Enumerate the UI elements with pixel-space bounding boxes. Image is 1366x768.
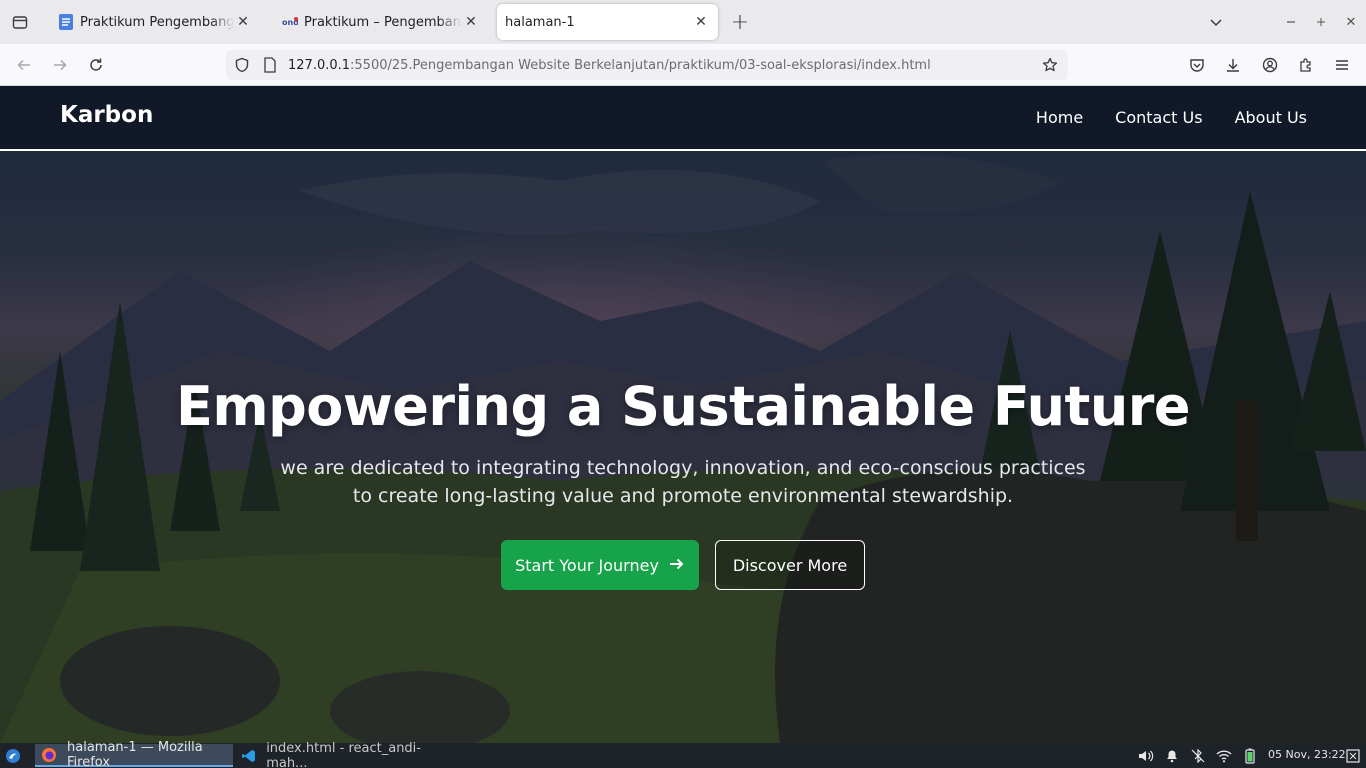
arrow-right-icon: [669, 556, 685, 575]
volume-icon[interactable]: [1137, 747, 1155, 765]
close-icon[interactable]: ✕: [234, 13, 252, 31]
tab-title: halaman-1: [505, 14, 575, 30]
taskbar-task-vscode[interactable]: index.html - react_andi-mah...: [236, 740, 446, 768]
nav-link-contact[interactable]: Contact Us: [1115, 108, 1202, 127]
tab-list-icon[interactable]: [6, 8, 34, 36]
app-launcher-icon[interactable]: [4, 747, 22, 765]
reload-icon[interactable]: [82, 51, 110, 79]
page-icon[interactable]: [258, 53, 282, 77]
battery-icon[interactable]: [1241, 747, 1259, 765]
nav-link-home[interactable]: Home: [1036, 108, 1083, 127]
window-close-icon[interactable]: ✕: [1339, 10, 1363, 34]
minimize-icon[interactable]: [1279, 10, 1303, 34]
hero-subtitle: we are dedicated to integrating technolo…: [280, 457, 1086, 507]
bluetooth-off-icon[interactable]: [1189, 747, 1207, 765]
new-tab-plus-icon[interactable]: +: [728, 8, 752, 36]
address-bar[interactable]: 127.0.0.1:5500/25.Pengembangan Website B…: [226, 50, 1068, 80]
hamburger-menu-icon[interactable]: [1330, 53, 1354, 77]
site-logo-icon: ond: [282, 14, 298, 30]
tab-title: Praktikum Pengembangan Website: [80, 14, 234, 30]
web-page: Karbon Home Contact Us About Us Empoweri…: [0, 86, 1366, 743]
taskbar-task-firefox[interactable]: halaman-1 — Mozilla Firefox: [35, 740, 233, 768]
notification-bell-icon[interactable]: [1163, 747, 1181, 765]
hero-overlay: [0, 151, 1366, 743]
doc-icon: [58, 14, 74, 30]
brand-logo[interactable]: Karbon: [60, 102, 153, 128]
browser-tab[interactable]: ond Praktikum – Pengembangan Website ✕: [274, 4, 488, 40]
browser-tab-strip: Praktikum Pengembangan Website ✕ ond Pra…: [0, 0, 1366, 44]
taskbar-task-label: index.html - react_andi-mah...: [266, 740, 421, 768]
start-journey-button[interactable]: Start Your Journey: [501, 540, 699, 590]
os-taskbar: halaman-1 — Mozilla Firefox index.html -…: [0, 740, 1366, 768]
hero-title: Empowering a Sustainable Future: [175, 375, 1191, 438]
forward-arrow-icon[interactable]: [46, 51, 74, 79]
close-icon[interactable]: ✕: [692, 13, 710, 31]
close-icon[interactable]: ✕: [462, 13, 480, 31]
taskbar-clock[interactable]: 05 Nov, 23:22: [1268, 748, 1346, 761]
download-icon[interactable]: [1221, 53, 1245, 77]
chevron-down-icon[interactable]: [1204, 10, 1228, 34]
firefox-icon: [41, 747, 57, 763]
extensions-icon[interactable]: [1294, 53, 1318, 77]
bookmark-star-icon[interactable]: [1038, 53, 1062, 77]
site-nav: Home Contact Us About Us: [1036, 108, 1307, 127]
restore-icon[interactable]: [1309, 10, 1333, 34]
shield-icon[interactable]: [230, 53, 254, 77]
browser-tab-active[interactable]: halaman-1 ✕: [497, 4, 718, 40]
browser-tab[interactable]: Praktikum Pengembangan Website ✕: [50, 4, 260, 40]
show-desktop-icon[interactable]: [1344, 747, 1362, 765]
hero-section: Empowering a Sustainable Future we are d…: [0, 151, 1366, 743]
back-arrow-icon[interactable]: [10, 51, 38, 79]
site-header: Karbon Home Contact Us About Us: [0, 86, 1366, 151]
url-text: 127.0.0.1:5500/25.Pengembangan Website B…: [288, 57, 931, 73]
vscode-icon: [242, 748, 256, 764]
tab-title: Praktikum – Pengembangan Website: [304, 14, 462, 30]
account-icon[interactable]: [1258, 53, 1282, 77]
taskbar-task-label: halaman-1 — Mozilla Firefox: [67, 739, 203, 768]
browser-nav-bar: 127.0.0.1:5500/25.Pengembangan Website B…: [0, 44, 1366, 86]
nav-link-about[interactable]: About Us: [1235, 108, 1307, 127]
start-journey-label: Start Your Journey: [515, 555, 659, 575]
pocket-icon[interactable]: [1185, 53, 1209, 77]
discover-more-button[interactable]: Discover More: [715, 540, 865, 590]
wifi-icon[interactable]: [1215, 747, 1233, 765]
